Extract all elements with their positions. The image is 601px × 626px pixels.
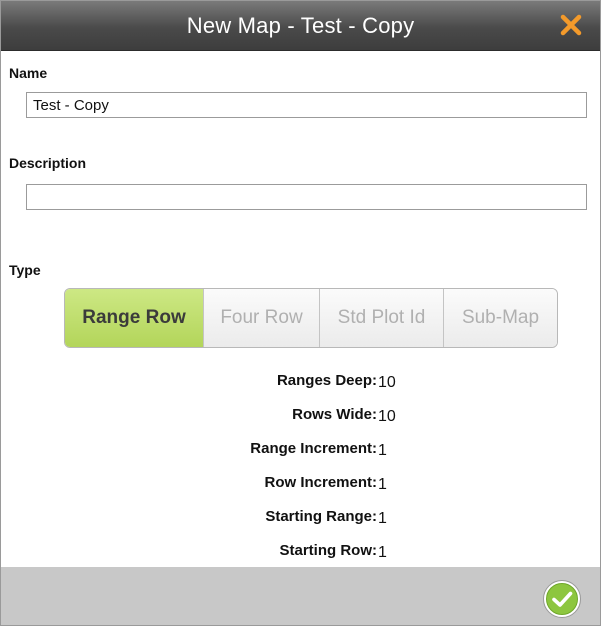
rows-wide-value: 10 xyxy=(378,408,396,425)
rows-wide-label: Rows Wide: xyxy=(292,406,377,423)
row-increment-label: Row Increment: xyxy=(264,474,377,491)
range-increment-value: 1 xyxy=(378,442,387,459)
starting-row-value: 1 xyxy=(378,544,387,561)
dialog-footer xyxy=(1,567,600,625)
name-label: Name xyxy=(9,65,48,81)
row-increment-value: 1 xyxy=(378,476,387,493)
type-selector: Range Row Four Row Std Plot Id Sub-Map xyxy=(64,288,558,348)
ranges-deep-value: 10 xyxy=(378,374,396,391)
starting-row-label: Starting Row: xyxy=(279,542,378,559)
type-label: Type xyxy=(9,262,41,278)
starting-range-label: Starting Range: xyxy=(265,508,377,525)
starting-range-value: 1 xyxy=(378,510,387,527)
dialog-title: New Map - Test - Copy xyxy=(186,13,415,38)
type-option-range-row[interactable]: Range Row xyxy=(65,289,203,347)
type-option-sub-map[interactable]: Sub-Map xyxy=(443,289,557,347)
type-option-four-row[interactable]: Four Row xyxy=(203,289,319,347)
close-x-icon xyxy=(560,14,582,36)
new-map-dialog: New Map - Test - Copy Name Description T… xyxy=(0,0,601,626)
description-label: Description xyxy=(9,155,87,171)
ranges-deep-label: Ranges Deep: xyxy=(276,372,377,389)
range-increment-label: Range Increment: xyxy=(250,440,377,457)
name-input[interactable] xyxy=(26,92,587,118)
close-button[interactable] xyxy=(556,10,586,40)
title-bar: New Map - Test - Copy xyxy=(1,1,600,51)
description-input[interactable] xyxy=(26,184,587,210)
green-check-circle-icon xyxy=(543,580,581,618)
confirm-button[interactable] xyxy=(542,579,582,619)
type-option-std-plot-id[interactable]: Std Plot Id xyxy=(319,289,443,347)
